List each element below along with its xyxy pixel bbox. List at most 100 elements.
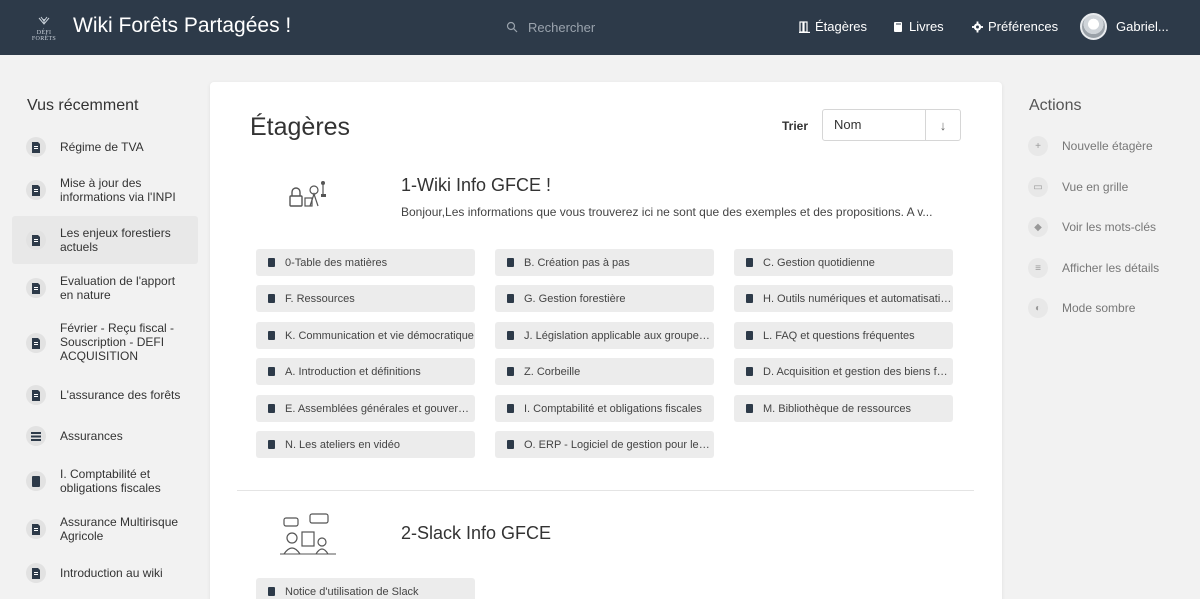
book-label: G. Gestion forestière bbox=[524, 292, 626, 305]
shelf-name[interactable]: 1-Wiki Info GFCE ! bbox=[401, 175, 551, 196]
recent-title: Vus récemment bbox=[27, 97, 139, 114]
details-icon: ≡ bbox=[1028, 258, 1048, 278]
recent-item[interactable]: Evaluation de l'apport en nature bbox=[12, 266, 198, 310]
book-chip[interactable]: 0-Table des matières bbox=[256, 249, 475, 276]
books-icon bbox=[894, 21, 902, 32]
leaf-icon bbox=[38, 16, 50, 25]
recent-item[interactable]: Février - Reçu fiscal - Souscription - D… bbox=[12, 317, 198, 367]
book-label: M. Bibliothèque de ressources bbox=[763, 402, 911, 415]
gear-icon bbox=[972, 21, 983, 32]
book-label: B. Création pas à pas bbox=[524, 256, 630, 269]
book-chip[interactable]: A. Introduction et définitions bbox=[256, 358, 475, 385]
recent-item[interactable]: Les enjeux forestiers actuels bbox=[12, 216, 198, 264]
book-label: L. FAQ et questions fréquentes bbox=[763, 329, 915, 342]
book-label: C. Gestion quotidienne bbox=[763, 256, 875, 269]
site-title[interactable]: Wiki Forêts Partagées ! bbox=[73, 14, 291, 38]
shelf-divider bbox=[237, 490, 974, 491]
shelf-name[interactable]: 2-Slack Info GFCE bbox=[401, 523, 551, 544]
user-menu[interactable]: Gabriel... bbox=[1080, 13, 1169, 40]
grid-view-action[interactable]: ▭ Vue en grille bbox=[1028, 177, 1128, 197]
book-label: 0-Table des matières bbox=[285, 256, 388, 269]
shelves-icon bbox=[799, 20, 810, 33]
book-icon bbox=[507, 294, 514, 303]
grid-icon: ▭ bbox=[1028, 177, 1048, 197]
nav-livres[interactable]: Livres bbox=[893, 19, 944, 34]
sort-value[interactable]: Nom bbox=[823, 110, 926, 140]
nav-livres-label: Livres bbox=[909, 19, 944, 34]
book-label: Z. Corbeille bbox=[524, 365, 581, 378]
book-label: Notice d'utilisation de Slack bbox=[285, 585, 419, 598]
book-icon bbox=[746, 294, 753, 303]
book-chip[interactable]: B. Création pas à pas bbox=[495, 249, 714, 276]
book-label: J. Législation applicable aux groupement… bbox=[524, 329, 714, 342]
sort-select[interactable]: Nom ↓ bbox=[822, 109, 961, 141]
book-label: K. Communication et vie démocratique bbox=[285, 329, 474, 342]
book-icon bbox=[268, 331, 275, 340]
book-label: I. Comptabilité et obligations fiscales bbox=[524, 402, 702, 415]
shelf-thumbnail[interactable] bbox=[278, 172, 358, 220]
details-action[interactable]: ≡ Afficher les détails bbox=[1028, 258, 1159, 278]
book-icon bbox=[507, 440, 514, 449]
search-box[interactable] bbox=[506, 16, 706, 38]
book-icon bbox=[26, 471, 46, 491]
book-chip[interactable]: H. Outils numériques et automatisations bbox=[734, 285, 953, 312]
recent-item-label: Evaluation de l'apport en nature bbox=[60, 274, 176, 302]
tags-action[interactable]: ◆ Voir les mots-clés bbox=[1028, 217, 1156, 237]
book-chip[interactable]: E. Assemblées générales et gouvernance bbox=[256, 395, 475, 422]
page-title: Étagères bbox=[250, 113, 351, 141]
book-chip[interactable]: L. FAQ et questions fréquentes bbox=[734, 322, 953, 349]
page-icon bbox=[26, 563, 46, 583]
recent-item[interactable]: I. Comptabilité et obligations fiscales bbox=[12, 459, 198, 503]
book-label: H. Outils numériques et automatisations bbox=[763, 292, 953, 305]
action-label: Vue en grille bbox=[1062, 180, 1129, 194]
book-chip[interactable]: O. ERP - Logiciel de gestion pour les GF… bbox=[495, 431, 714, 458]
book-chip[interactable]: Z. Corbeille bbox=[495, 358, 714, 385]
recent-item[interactable]: Mise à jour des informations via l'INPI bbox=[12, 168, 198, 212]
book-icon bbox=[268, 258, 275, 267]
recent-item[interactable]: L'assurance des forêts bbox=[12, 379, 198, 411]
nav-preferences-label: Préférences bbox=[988, 19, 1059, 34]
nav-etageres[interactable]: Étagères bbox=[799, 19, 867, 34]
book-icon bbox=[268, 404, 275, 413]
book-chip[interactable]: N. Les ateliers en vidéo bbox=[256, 431, 475, 458]
page-icon bbox=[26, 519, 46, 539]
recent-item-label: I. Comptabilité et obligations fiscales bbox=[60, 467, 161, 495]
book-label: F. Ressources bbox=[285, 292, 355, 305]
book-chip[interactable]: M. Bibliothèque de ressources bbox=[734, 395, 953, 422]
book-icon bbox=[507, 258, 514, 267]
recent-item[interactable]: Introduction au wiki bbox=[12, 557, 198, 589]
recent-item-label: Les enjeux forestiers actuels bbox=[60, 226, 171, 254]
site-logo[interactable]: DÉFI FORÊTS bbox=[26, 14, 62, 42]
actions-title: Actions bbox=[1029, 97, 1082, 114]
shelf-description: Bonjour,Les informations que vous trouve… bbox=[401, 205, 933, 219]
book-icon bbox=[507, 331, 514, 340]
dark-mode-action[interactable]: ◐ Mode sombre bbox=[1028, 298, 1135, 318]
book-label: E. Assemblées générales et gouvernance bbox=[285, 402, 475, 415]
book-chip[interactable]: J. Législation applicable aux groupement… bbox=[495, 322, 714, 349]
nav-etageres-label: Étagères bbox=[815, 19, 868, 34]
logo-text: DÉFI FORÊTS bbox=[31, 30, 57, 42]
recent-item[interactable]: Régime de TVA bbox=[12, 131, 198, 163]
book-chip[interactable]: I. Comptabilité et obligations fiscales bbox=[495, 395, 714, 422]
shelf-thumbnail[interactable] bbox=[270, 512, 350, 560]
new-shelf-action[interactable]: + Nouvelle étagère bbox=[1028, 136, 1153, 156]
book-chip[interactable]: C. Gestion quotidienne bbox=[734, 249, 953, 276]
book-icon bbox=[507, 404, 514, 413]
nav-preferences[interactable]: Préférences bbox=[972, 19, 1058, 34]
book-label: A. Introduction et définitions bbox=[285, 365, 421, 378]
sort-direction-button[interactable]: ↓ bbox=[926, 110, 960, 140]
recent-item[interactable]: Assurance Multirisque Agricole bbox=[12, 507, 198, 551]
book-chip[interactable]: G. Gestion forestière bbox=[495, 285, 714, 312]
shelves-card: Étagères Trier Nom ↓ 1-Wiki Info GFCE ! … bbox=[210, 82, 1002, 599]
book-chip[interactable]: F. Ressources bbox=[256, 285, 475, 312]
book-chip[interactable]: D. Acquisition et gestion des biens fore… bbox=[734, 358, 953, 385]
search-input[interactable] bbox=[528, 19, 698, 35]
recent-item[interactable]: Assurances bbox=[12, 420, 198, 452]
plus-icon: + bbox=[1028, 136, 1048, 156]
book-chip[interactable]: Notice d'utilisation de Slack bbox=[256, 578, 475, 599]
book-chip[interactable]: K. Communication et vie démocratique bbox=[256, 322, 475, 349]
page-icon bbox=[26, 385, 46, 405]
action-label: Mode sombre bbox=[1062, 301, 1136, 315]
page-icon bbox=[26, 180, 46, 200]
sort-label: Trier bbox=[782, 119, 809, 133]
